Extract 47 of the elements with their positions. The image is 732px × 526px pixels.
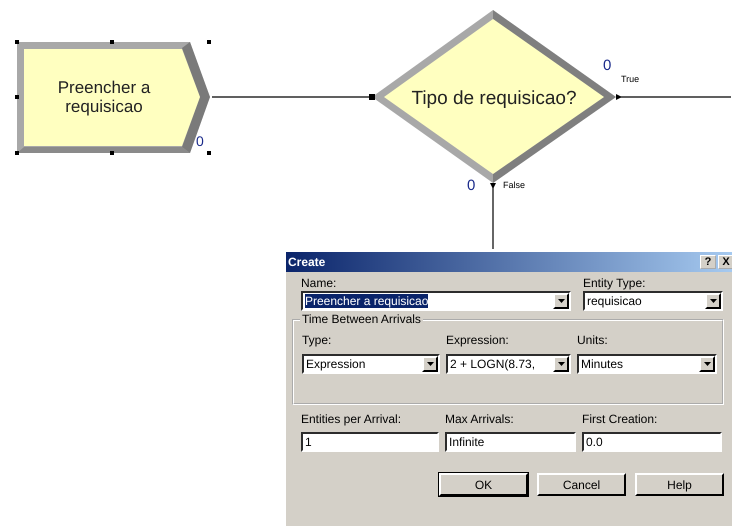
selection-handle[interactable]	[207, 151, 211, 155]
dropdown-field[interactable]: 2 + LOGN(8.73,	[446, 354, 571, 374]
field-label: Type:	[302, 333, 332, 348]
selection-handle[interactable]	[15, 95, 19, 99]
field-label: Entities per Arrival:	[301, 412, 402, 427]
selection-handle[interactable]	[15, 40, 19, 44]
dropdown-field[interactable]: Preencher a requisicao	[301, 291, 571, 311]
connector-line[interactable]	[490, 183, 496, 249]
dropdown-arrow-icon	[426, 362, 434, 366]
dropdown-field[interactable]: requisicao	[583, 291, 723, 311]
dropdown-field[interactable]: Expression	[302, 354, 440, 374]
module-label: Tipo de requisicao?	[411, 88, 577, 109]
dropdown-arrow-icon	[704, 362, 710, 366]
selection-handle[interactable]	[110, 151, 114, 155]
field-label: Entity Type:	[583, 276, 646, 291]
group-title: Time Between Arrivals	[300, 312, 423, 326]
create-module-shape[interactable]	[17, 42, 210, 153]
branch-label: True	[621, 74, 640, 84]
close-button[interactable]: X	[718, 255, 732, 269]
connector-line[interactable]	[212, 96, 370, 98]
entity-counter: 0	[603, 57, 612, 74]
field-label: Name:	[301, 276, 338, 291]
dropdown-field[interactable]: Minutes	[577, 354, 717, 374]
selection-handle[interactable]	[110, 40, 114, 44]
entity-counter: 0	[467, 177, 476, 194]
field-label: Max Arrivals:	[445, 412, 515, 427]
help-button[interactable]: ?	[700, 255, 716, 269]
branch-label: False	[503, 180, 526, 190]
entry-point-icon[interactable]	[369, 94, 375, 100]
input-field[interactable]: 1	[301, 432, 439, 452]
dropdown-arrow-icon	[558, 299, 564, 303]
selection-handle[interactable]	[207, 40, 211, 44]
field-label: Units:	[577, 333, 609, 348]
dialog-button[interactable]: Help	[635, 473, 724, 496]
dropdown-arrow-icon	[558, 362, 564, 366]
dialog-button[interactable]: OK	[439, 473, 528, 496]
input-field[interactable]: 0.0	[582, 432, 722, 452]
connector-line[interactable]	[616, 94, 731, 100]
input-field[interactable]: Infinite	[445, 432, 576, 452]
module-label: Preencher a requisicao	[58, 78, 150, 116]
field-label: Expression:	[446, 333, 510, 348]
dialog-button[interactable]: Cancel	[537, 473, 626, 496]
dialog-title: Create	[288, 255, 326, 269]
selection-handle[interactable]	[15, 151, 19, 155]
field-label: First Creation:	[582, 412, 658, 427]
entity-counter: 0	[196, 133, 204, 149]
dropdown-arrow-icon	[710, 299, 716, 303]
